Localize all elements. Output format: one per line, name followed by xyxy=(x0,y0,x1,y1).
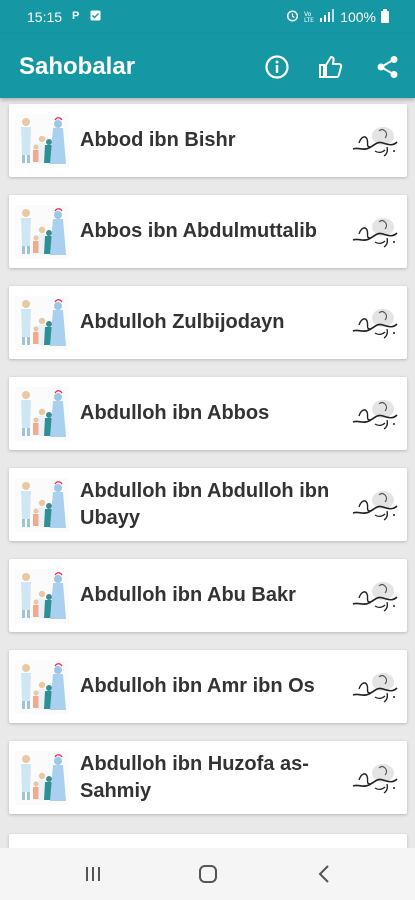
list-item[interactable]: Abdulloh Zulbijodayn xyxy=(9,286,407,359)
message-icon xyxy=(90,10,101,24)
companion-name: Abdulloh ibn Amr ibn Os xyxy=(80,675,315,697)
list-item[interactable]: Abdulloh ibn Abbos xyxy=(9,377,407,450)
family-illustration-icon xyxy=(15,478,69,532)
calligraphy-icon xyxy=(349,121,401,161)
home-icon[interactable] xyxy=(195,861,221,887)
calligraphy-icon xyxy=(349,667,401,707)
signal-icon xyxy=(319,9,335,25)
list-item[interactable]: Abbos ibn Abdulmuttalib xyxy=(9,195,407,268)
p-icon: P xyxy=(72,10,80,22)
thumbs-up-icon[interactable] xyxy=(316,52,346,82)
alarm-icon xyxy=(286,9,299,25)
page-title: Sahobalar xyxy=(19,53,136,80)
calligraphy-icon xyxy=(349,758,401,798)
companion-name: Abdulloh Zulbijodayn xyxy=(80,311,285,333)
app-bar: Sahobalar xyxy=(0,34,415,98)
companion-name: Abdulloh ibn Abdulloh ibn Ubayy xyxy=(80,479,330,529)
calligraphy-icon xyxy=(349,212,401,252)
list-item[interactable]: Abbod ibn Bishr xyxy=(9,104,407,177)
list-item[interactable]: Abdulloh ibn Huzofa as-Sahmiy xyxy=(9,741,407,814)
calligraphy-icon xyxy=(349,576,401,616)
companion-name: Abdulloh ibn Abbos xyxy=(80,402,270,424)
calligraphy-icon xyxy=(349,394,401,434)
status-bar: 15:15 P Vo LTE 100% xyxy=(0,0,415,34)
family-illustration-icon xyxy=(15,205,69,259)
info-icon[interactable] xyxy=(262,52,292,82)
status-time: 15:15 xyxy=(27,9,63,25)
battery-text: 100% xyxy=(340,9,376,25)
family-illustration-icon xyxy=(15,751,69,805)
battery-icon xyxy=(381,9,389,23)
family-illustration-icon xyxy=(15,569,69,623)
system-nav-bar xyxy=(0,848,415,900)
back-icon[interactable] xyxy=(312,861,338,887)
family-illustration-icon xyxy=(15,387,69,441)
family-illustration-icon xyxy=(15,114,69,168)
calligraphy-icon xyxy=(349,485,401,525)
svg-text:LTE: LTE xyxy=(304,17,314,23)
list-item[interactable]: Abdulloh ibn Amr ibn Os xyxy=(9,650,407,723)
companion-name: Abdulloh ibn Abu Bakr xyxy=(80,584,296,606)
companion-name: Abdulloh ibn Huzofa as-Sahmiy xyxy=(80,752,309,802)
list-item[interactable]: Abdulloh ibn Abdulloh ibn Ubayy xyxy=(9,468,407,541)
companion-name: Abbos ibn Abdulmuttalib xyxy=(80,220,318,242)
companion-name: Abbod ibn Bishr xyxy=(80,129,236,151)
list-item-partial[interactable] xyxy=(9,834,407,848)
vowifi-icon: Vo LTE xyxy=(304,10,314,25)
status-right: Vo LTE 100% xyxy=(286,9,389,25)
calligraphy-icon xyxy=(349,303,401,343)
share-icon[interactable] xyxy=(373,52,403,82)
list-item[interactable]: Abdulloh ibn Abu Bakr xyxy=(9,559,407,632)
family-illustration-icon xyxy=(15,296,69,350)
recent-apps-icon[interactable] xyxy=(80,861,106,887)
family-illustration-icon xyxy=(15,660,69,714)
